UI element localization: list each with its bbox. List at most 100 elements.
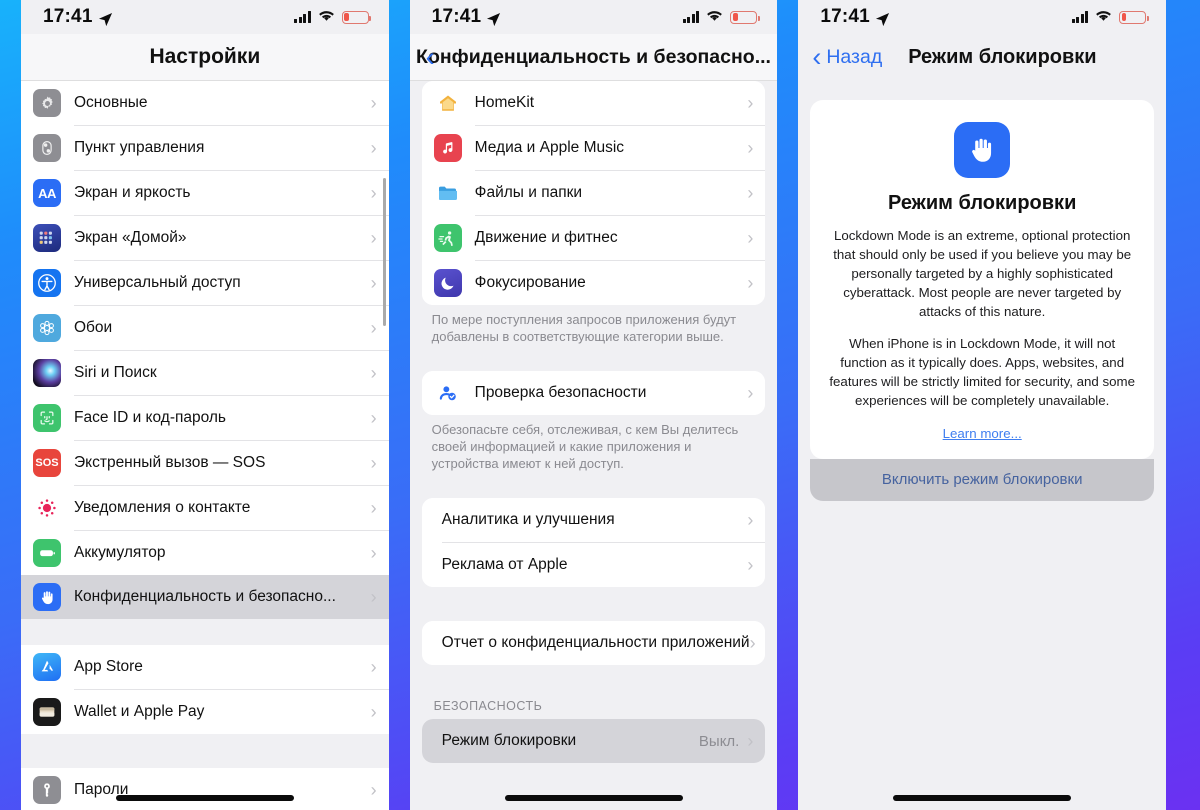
- chevron-right-icon: ›: [370, 702, 377, 722]
- sidebar-item-passwords[interactable]: Пароли ›: [21, 768, 389, 810]
- chevron-right-icon: ›: [370, 273, 377, 293]
- row-label: Аккумулятор: [74, 544, 166, 561]
- privacy-hand-icon: [33, 583, 61, 611]
- chevron-right-icon: ›: [747, 510, 754, 531]
- chevron-right-icon: ›: [370, 780, 377, 800]
- list-item-safety-check[interactable]: Проверка безопасности ›: [421, 371, 766, 416]
- row-label: Уведомления о контакте: [74, 499, 251, 516]
- fitness-icon: [433, 224, 462, 252]
- focus-moon-icon: [433, 269, 462, 297]
- chevron-right-icon: ›: [370, 228, 377, 248]
- navbar-privacy: ‹ Конфиденциальность и безопасно...: [409, 34, 778, 81]
- row-label: Wallet и Apple Pay: [74, 703, 205, 720]
- learn-more-link[interactable]: Learn more...: [943, 426, 1022, 441]
- row-label: Экстренный вызов — SOS: [74, 454, 266, 471]
- sidebar-item-display-brightness[interactable]: AA Экран и яркость ›: [21, 171, 389, 215]
- card-heading: Режим блокировки: [887, 192, 1077, 214]
- control-center-icon: [33, 134, 61, 162]
- row-label: Реклама от Apple: [441, 556, 568, 574]
- back-button[interactable]: ‹: [425, 41, 435, 72]
- status-bar-2: 17:41: [410, 0, 778, 34]
- chevron-right-icon: ›: [370, 498, 377, 518]
- sidebar-item-battery[interactable]: Аккумулятор ›: [21, 531, 389, 575]
- row-label: App Store: [74, 658, 143, 675]
- row-label: Экран и яркость: [74, 184, 191, 201]
- row-label: Фокусирование: [474, 274, 586, 291]
- sidebar-item-wallet-apple-pay[interactable]: Wallet и Apple Pay ›: [21, 690, 389, 734]
- card-paragraph-1: Lockdown Mode is an extreme, optional pr…: [833, 228, 1132, 319]
- chevron-right-icon: ›: [370, 587, 377, 607]
- list-item-focus[interactable]: Фокусирование ›: [421, 261, 766, 305]
- sidebar-item-general[interactable]: Основные ›: [21, 81, 389, 125]
- home-screen-icon: [33, 224, 61, 252]
- privacy-scroll-area[interactable]: HomeKit › Медиа и Apple Music › Файлы и …: [410, 81, 778, 810]
- sidebar-item-wallpaper[interactable]: Обои ›: [21, 306, 389, 350]
- status-time-group: 17:41: [432, 6, 502, 28]
- row-label: Универсальный доступ: [74, 274, 241, 291]
- chevron-right-icon: ›: [370, 543, 377, 563]
- accessibility-icon: [33, 269, 61, 297]
- passwords-key-icon: [33, 776, 61, 804]
- list-item-analytics[interactable]: Аналитика и улучшения ›: [421, 498, 766, 543]
- sidebar-item-face-id[interactable]: Face ID и код-пароль ›: [21, 396, 389, 440]
- sidebar-item-home-screen[interactable]: Экран «Домой» ›: [21, 216, 389, 260]
- privacy-group-apps: HomeKit › Медиа и Apple Music › Файлы и …: [421, 81, 766, 305]
- card-paragraph-2: When iPhone is in Lockdown Mode, it will…: [829, 336, 1136, 408]
- status-time-group: 17:41: [820, 6, 890, 28]
- sidebar-item-privacy-security[interactable]: Конфиденциальность и безопасно... ›: [21, 575, 389, 619]
- back-button[interactable]: ‹ Назад: [812, 44, 882, 71]
- status-time: 17:41: [431, 6, 482, 27]
- chevron-right-icon: ›: [747, 731, 754, 752]
- status-indicators: [294, 6, 372, 28]
- enable-lockdown-button[interactable]: Включить режим блокировки: [810, 458, 1155, 501]
- row-label: Face ID и код-пароль: [74, 409, 227, 426]
- display-brightness-icon: AA: [33, 179, 61, 207]
- chevron-right-icon: ›: [747, 183, 754, 203]
- list-item-lockdown-mode[interactable]: Режим блокировки Выкл. ›: [421, 719, 766, 764]
- scrollbar-thumb[interactable]: [382, 178, 386, 326]
- status-time: 17:41: [820, 6, 870, 27]
- list-item-app-privacy-report[interactable]: Отчет о конфиденциальности приложений ›: [421, 621, 766, 666]
- row-label: Проверка безопасности: [474, 384, 647, 402]
- sidebar-item-control-center[interactable]: Пункт управления ›: [21, 126, 389, 170]
- back-chevron-icon: ‹: [425, 41, 435, 72]
- row-label: Движение и фитнес: [474, 229, 618, 246]
- sidebar-item-accessibility[interactable]: Универсальный доступ ›: [21, 261, 389, 305]
- row-label: Медиа и Apple Music: [474, 139, 625, 156]
- chevron-right-icon: ›: [370, 408, 377, 428]
- sidebar-item-contact-notification[interactable]: Уведомления о контакте ›: [21, 486, 389, 530]
- privacy-group-lockdown: Режим блокировки Выкл. ›: [421, 719, 766, 764]
- contact-notification-icon: [33, 494, 61, 522]
- status-badge: Выкл.: [698, 732, 740, 750]
- wifi-icon: [318, 6, 335, 28]
- home-indicator: [504, 795, 683, 801]
- navbar-lockdown: ‹ Назад Режим блокировки: [798, 34, 1167, 81]
- list-item-apple-advertising[interactable]: Реклама от Apple ›: [421, 543, 766, 588]
- settings-group-passwords: Пароли ›: [21, 768, 389, 810]
- settings-scroll-area[interactable]: Основные › Пункт управления › AA Экран и…: [21, 81, 389, 810]
- page-title: Конфиденциальность и безопасно...: [416, 45, 771, 68]
- row-label: Экран «Домой»: [74, 229, 187, 246]
- lockdown-content: Режим блокировки Lockdown Mode is an ext…: [798, 100, 1166, 810]
- sidebar-item-app-store[interactable]: App Store ›: [21, 645, 389, 689]
- status-bar-1: 17:41: [21, 0, 389, 34]
- gear-icon: [33, 89, 61, 117]
- list-item-motion-fitness[interactable]: Движение и фитнес ›: [421, 216, 766, 260]
- home-indicator: [893, 795, 1072, 801]
- chevron-right-icon: ›: [747, 555, 754, 576]
- chevron-right-icon: ›: [370, 138, 377, 158]
- wifi-icon: [1095, 6, 1112, 28]
- lockdown-info-card: Режим блокировки Lockdown Mode is an ext…: [810, 100, 1155, 459]
- battery-low-icon: [730, 10, 760, 24]
- list-item-media-apple-music[interactable]: Медиа и Apple Music ›: [421, 126, 766, 170]
- list-item-homekit[interactable]: HomeKit ›: [421, 81, 766, 125]
- apple-music-icon: [433, 134, 462, 162]
- row-label: Отчет о конфиденциальности приложений: [441, 634, 750, 652]
- homekit-icon: [433, 89, 462, 117]
- sidebar-item-emergency-sos[interactable]: SOS Экстренный вызов — SOS ›: [21, 441, 389, 485]
- sidebar-item-siri-search[interactable]: Siri и Поиск ›: [21, 351, 389, 395]
- right-gradient-edge: [1166, 0, 1200, 810]
- chevron-right-icon: ›: [370, 657, 377, 677]
- list-item-files-folders[interactable]: Файлы и папки ›: [421, 171, 766, 215]
